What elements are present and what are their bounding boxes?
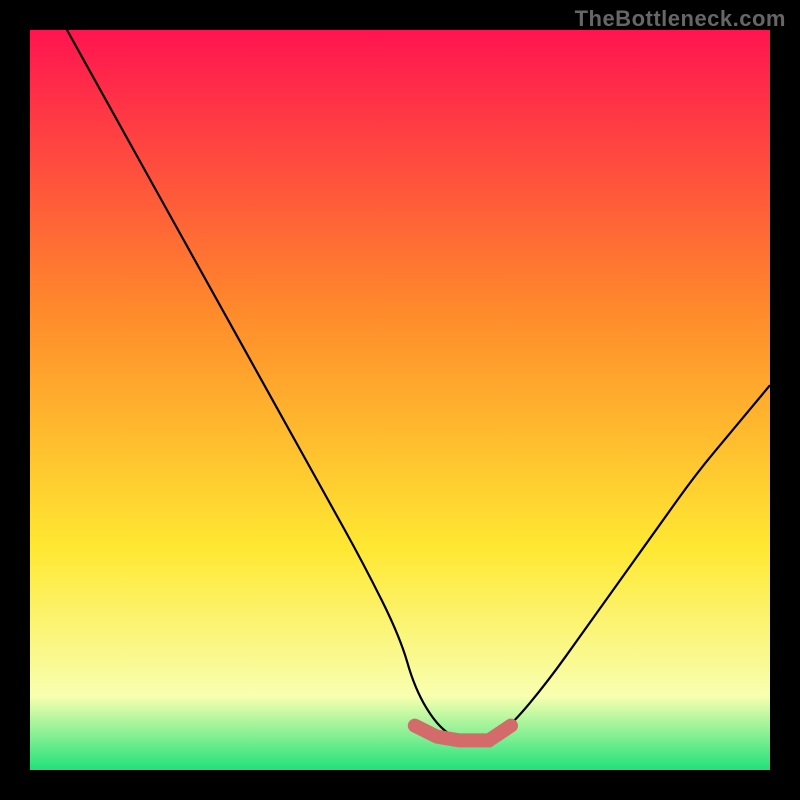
chart-svg — [30, 30, 770, 770]
plot-area — [30, 30, 770, 770]
watermark-text: TheBottleneck.com — [575, 6, 786, 32]
gradient-background — [30, 30, 770, 770]
chart-frame: TheBottleneck.com — [0, 0, 800, 800]
